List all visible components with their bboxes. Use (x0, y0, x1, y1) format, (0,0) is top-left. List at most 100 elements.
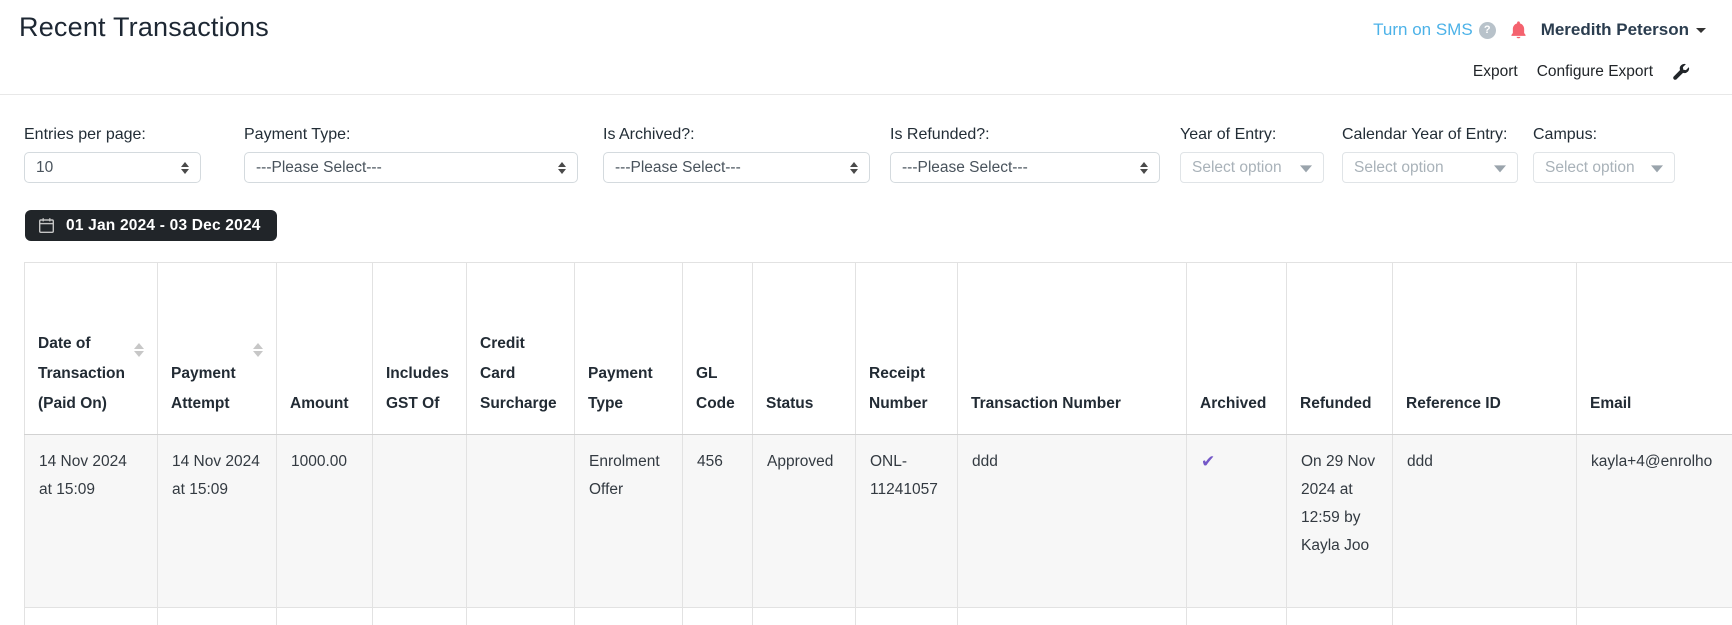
cell-empty (372, 607, 467, 625)
sort-icon[interactable] (134, 343, 144, 357)
cell-empty (855, 607, 958, 625)
filter-label: Entries per page: (24, 126, 146, 143)
cell-receipt: ONL-11241057 (855, 434, 958, 608)
select-updown-icon (850, 161, 858, 174)
select-placeholder: Select option (1192, 158, 1282, 176)
column-header-status: Status (752, 262, 856, 435)
export-button[interactable]: Export (1473, 63, 1518, 81)
cell-reference_id: ddd (1392, 434, 1577, 608)
cell-refunded: On 29 Nov 2024 at 12:59 by Kayla Joo (1286, 434, 1393, 608)
cell-gl_code: 456 (682, 434, 753, 608)
select-updown-icon (558, 161, 566, 174)
wrench-icon[interactable] (1672, 63, 1690, 81)
cell-date: 14 Nov 2024 at 15:09 (24, 434, 158, 608)
filter-is-refunded: Is Refunded?: ---Please Select--- (890, 126, 1160, 183)
chevron-down-icon (1696, 27, 1706, 33)
cell-empty (1576, 607, 1732, 625)
column-header-transaction_number: Transaction Number (957, 262, 1187, 435)
cell-payment_type: Enrolment Offer (574, 434, 683, 608)
cell-email: kayla+4@enrolho (1576, 434, 1732, 608)
cell-empty (1286, 607, 1393, 625)
select-arrow-icon (1651, 164, 1663, 172)
filter-calendar-year-of-entry: Calendar Year of Entry: Select option (1342, 126, 1518, 183)
transactions-table: Date of Transaction (Paid On) Payment Att… (24, 262, 1732, 625)
filter-campus: Campus: Select option (1533, 126, 1675, 183)
header-divider (0, 94, 1732, 95)
column-header-receipt: Receipt Number (855, 262, 958, 435)
filter-payment-type: Payment Type: ---Please Select--- (244, 126, 578, 183)
cell-empty (1186, 607, 1287, 625)
cell-empty (752, 607, 856, 625)
table-row: 14 Nov 2024 at 15:09 14 Nov 2024 at 15:09… (24, 434, 1732, 608)
filter-label: Payment Type: (244, 126, 351, 143)
select-value: ---Please Select--- (615, 158, 741, 176)
date-range-label: 01 Jan 2024 - 03 Dec 2024 (66, 216, 261, 234)
column-header-refunded: Refunded (1286, 262, 1393, 435)
table-header-row: Date of Transaction (Paid On) Payment Att… (24, 262, 1732, 435)
is-refunded-select[interactable]: ---Please Select--- (890, 152, 1160, 183)
column-header-gl_code: GL Code (682, 262, 753, 435)
filter-year-of-entry: Year of Entry: Select option (1180, 126, 1324, 183)
cell-empty (682, 607, 753, 625)
cell-amount: 1000.00 (276, 434, 373, 608)
column-header-email: Email (1576, 262, 1732, 435)
filter-label: Campus: (1533, 126, 1598, 143)
notification-bell-icon[interactable] (1509, 20, 1528, 40)
column-header-reference_id: Reference ID (1392, 262, 1577, 435)
column-header-payment_type: Payment Type (574, 262, 683, 435)
filter-label: Is Archived?: (603, 126, 695, 143)
entries-per-page-select[interactable]: 10 (24, 152, 201, 183)
recent-transactions-page: Recent Transactions Turn on SMS ? Meredi… (0, 0, 1732, 625)
cell-status: Approved (752, 434, 856, 608)
calendar-year-of-entry-select[interactable]: Select option (1342, 152, 1518, 183)
date-range-button[interactable]: 01 Jan 2024 - 03 Dec 2024 (25, 210, 277, 241)
filter-entries-per-page: Entries per page: 10 (24, 126, 201, 183)
cell-archived: ✔ (1186, 434, 1287, 608)
top-right-cluster: Turn on SMS ? Meredith Peterson (1373, 17, 1706, 43)
select-arrow-icon (1494, 164, 1506, 172)
select-value: 10 (36, 158, 54, 176)
is-archived-select[interactable]: ---Please Select--- (603, 152, 870, 183)
campus-select[interactable]: Select option (1533, 152, 1675, 183)
cell-empty (157, 607, 277, 625)
page-title: Recent Transactions (19, 12, 269, 42)
column-header-gst: Includes GST Of (372, 262, 467, 435)
calendar-icon (38, 217, 55, 234)
year-of-entry-select[interactable]: Select option (1180, 152, 1324, 183)
filter-is-archived: Is Archived?: ---Please Select--- (603, 126, 870, 183)
configure-export-button[interactable]: Configure Export (1537, 63, 1653, 81)
cell-gst (372, 434, 467, 608)
select-placeholder: Select option (1545, 158, 1635, 176)
export-toolbar: Export Configure Export (1473, 61, 1690, 83)
select-arrow-icon (1300, 164, 1312, 172)
select-updown-icon (1140, 161, 1148, 174)
select-value: ---Please Select--- (256, 158, 382, 176)
cell-transaction_number: ddd (957, 434, 1187, 608)
cell-attempt: 14 Nov 2024 at 15:09 (157, 434, 277, 608)
help-question-icon[interactable]: ? (1478, 21, 1496, 39)
user-name: Meredith Peterson (1540, 20, 1689, 39)
cell-empty (574, 607, 683, 625)
column-header-amount: Amount (276, 262, 373, 435)
filter-label: Year of Entry: (1180, 126, 1277, 143)
column-header-surcharge: Credit Card Surcharge (466, 262, 575, 435)
cell-empty (24, 607, 158, 625)
select-updown-icon (181, 161, 189, 174)
user-menu[interactable]: Meredith Peterson (1541, 20, 1706, 40)
filter-label: Calendar Year of Entry: (1342, 126, 1508, 143)
cell-empty (957, 607, 1187, 625)
sort-icon[interactable] (253, 343, 263, 357)
payment-type-select[interactable]: ---Please Select--- (244, 152, 578, 183)
column-header-attempt[interactable]: Payment Attempt (157, 262, 277, 435)
select-placeholder: Select option (1354, 158, 1444, 176)
cell-empty (466, 607, 575, 625)
table-row-partial (24, 607, 1732, 625)
archived-check-icon: ✔ (1201, 452, 1216, 471)
cell-empty (1392, 607, 1577, 625)
column-header-archived: Archived (1186, 262, 1287, 435)
filter-label: Is Refunded?: (890, 126, 990, 143)
turn-on-sms-link[interactable]: Turn on SMS (1373, 20, 1473, 40)
transactions-table-wrap: Date of Transaction (Paid On) Payment Att… (24, 262, 1732, 625)
cell-surcharge (466, 434, 575, 608)
column-header-date[interactable]: Date of Transaction (Paid On) (24, 262, 158, 435)
